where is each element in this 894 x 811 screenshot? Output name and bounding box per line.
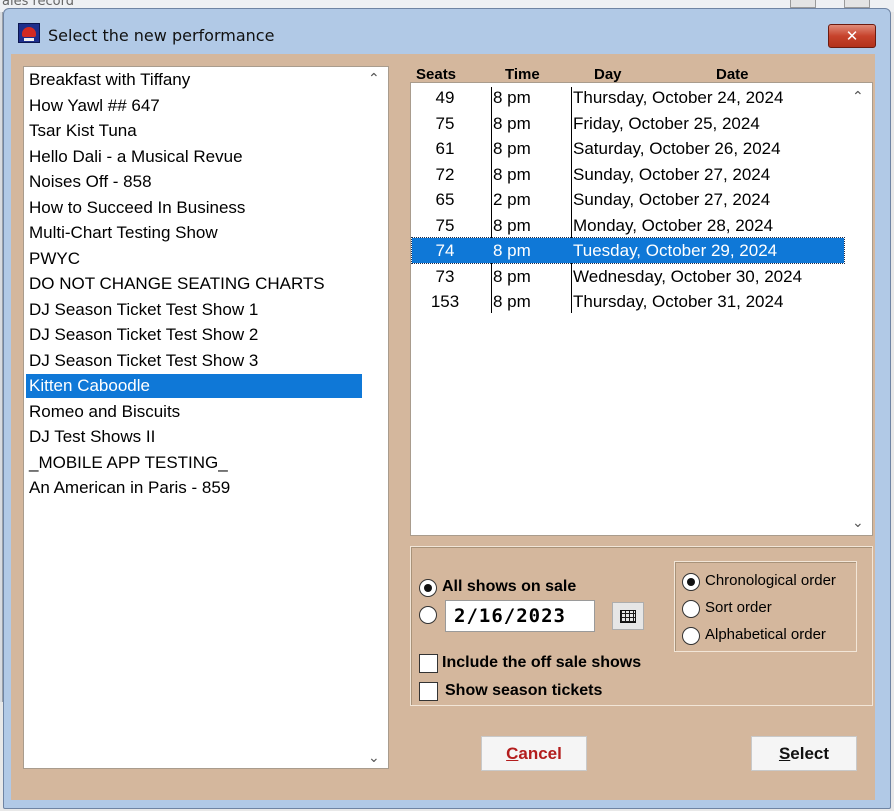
alphabetical-order-radio[interactable]	[682, 627, 700, 645]
performance-list[interactable]: ⌃ ⌄ 49 8 pm Thursday, October 24, 2024 75 8 …	[410, 82, 873, 536]
date-radio[interactable]	[419, 606, 437, 624]
seats-cell: 72	[435, 164, 455, 184]
select-performance-dialog: Select the new performance ✕ ⌃ ⌄ Breakfa…	[3, 8, 891, 809]
scroll-down-icon[interactable]: ⌄	[368, 750, 380, 766]
show-list-item[interactable]: DJ Season Ticket Test Show 2	[26, 323, 362, 347]
date-cell: Thursday, October 31, 2024	[573, 292, 784, 311]
seats-cell: 49	[435, 88, 455, 107]
show-list-item[interactable]: Tsar Kist Tuna	[26, 119, 362, 143]
date-cell: Friday, October 25, 2024	[573, 113, 760, 133]
show-list-item[interactable]: PWYC	[26, 247, 362, 271]
calendar-icon	[620, 609, 636, 623]
date-cell: Thursday, October 24, 2024	[573, 88, 784, 107]
calendar-button[interactable]	[612, 602, 644, 630]
select-accelerator: S	[778, 743, 791, 763]
show-list-item[interactable]: An American in Paris - 859	[26, 476, 362, 500]
all-shows-radio[interactable]	[419, 579, 437, 597]
scroll-up-icon[interactable]: ⌃	[368, 71, 380, 87]
date-cell: Tuesday, October 29, 2024	[573, 241, 778, 260]
performance-row[interactable]: 153 8 pm Thursday, October 31, 2024	[412, 289, 844, 314]
performance-row[interactable]: 72 8 pm Sunday, October 27, 2024	[412, 162, 844, 187]
show-list-item[interactable]: DJ Test Shows II	[26, 425, 362, 449]
seats-cell: 74	[435, 241, 455, 260]
date-cell: Sunday, October 27, 2024	[573, 164, 771, 184]
scroll-down-icon[interactable]: ⌄	[852, 515, 864, 531]
column-header-day[interactable]: Day	[594, 66, 622, 83]
show-list-item[interactable]: _MOBILE APP TESTING_	[26, 451, 362, 475]
show-list-item[interactable]: Kitten Caboodle	[26, 374, 362, 398]
show-list-item[interactable]: DJ Season Ticket Test Show 3	[26, 349, 362, 373]
show-list-item[interactable]: Breakfast with Tiffany	[26, 68, 362, 92]
close-button[interactable]: ✕	[828, 24, 876, 48]
time-cell: 8 pm	[493, 241, 531, 260]
time-cell: 8 pm	[493, 292, 531, 311]
date-cell: Monday, October 28, 2024	[573, 215, 774, 235]
date-cell: Sunday, October 27, 2024	[573, 190, 771, 209]
performance-row[interactable]: 75 8 pm Friday, October 25, 2024	[412, 111, 844, 136]
column-header-seats[interactable]: Seats	[416, 66, 456, 83]
time-cell: 8 pm	[493, 113, 531, 133]
close-icon: ✕	[845, 27, 859, 45]
seats-cell: 75	[435, 215, 455, 235]
show-season-checkbox[interactable]	[419, 682, 438, 701]
date-input[interactable]: 2/16/2023	[445, 600, 595, 632]
include-off-sale-checkbox[interactable]	[419, 654, 438, 673]
background-maximize-icon	[844, 0, 870, 8]
sort-order-radio[interactable]	[682, 600, 700, 618]
time-cell: 8 pm	[493, 139, 531, 158]
show-list-item[interactable]: Noises Off - 858	[26, 170, 362, 194]
sort-options-group: Chronological order Sort order Alphabeti…	[674, 561, 857, 652]
time-cell: 8 pm	[493, 88, 531, 107]
show-list-item[interactable]: Romeo and Biscuits	[26, 400, 362, 424]
seats-cell: 153	[430, 292, 460, 311]
select-button[interactable]: Select	[751, 736, 857, 771]
date-cell: Saturday, October 26, 2024	[573, 139, 781, 158]
background-minimize-icon	[790, 0, 816, 8]
time-cell: 2 pm	[493, 190, 531, 209]
date-cell: Wednesday, October 30, 2024	[573, 266, 803, 286]
title-bar[interactable]: Select the new performance ✕	[4, 9, 890, 59]
alphabetical-order-label[interactable]: Alphabetical order	[705, 626, 826, 643]
seats-cell: 73	[435, 266, 455, 286]
performance-row[interactable]: 75 8 pm Monday, October 28, 2024	[412, 213, 844, 238]
cancel-accelerator: C	[506, 743, 519, 763]
show-list-item[interactable]: DJ Season Ticket Test Show 1	[26, 298, 362, 322]
all-shows-label[interactable]: All shows on sale	[442, 578, 576, 596]
performance-row[interactable]: 49 8 pm Thursday, October 24, 2024	[412, 85, 844, 110]
dialog-title: Select the new performance	[48, 26, 275, 45]
show-season-label[interactable]: Show season tickets	[445, 682, 602, 700]
chronological-order-label[interactable]: Chronological order	[705, 572, 836, 589]
dialog-client-area: ⌃ ⌄ Breakfast with Tiffany How Yawl ## 64…	[11, 54, 875, 800]
show-list-item[interactable]: Multi-Chart Testing Show	[26, 221, 362, 245]
performance-row[interactable]: 73 8 pm Wednesday, October 30, 2024	[412, 264, 844, 289]
seats-cell: 61	[435, 139, 455, 158]
time-cell: 8 pm	[493, 266, 531, 286]
performance-row[interactable]: 74 8 pm Tuesday, October 29, 2024	[411, 237, 845, 264]
scroll-up-icon[interactable]: ⌃	[852, 89, 864, 105]
show-list[interactable]: ⌃ ⌄ Breakfast with Tiffany How Yawl ## 64…	[23, 66, 389, 769]
performance-row[interactable]: 61 8 pm Saturday, October 26, 2024	[412, 136, 844, 161]
filter-options-group: All shows on sale 2/16/2023 Include the …	[410, 546, 873, 706]
performance-row[interactable]: 65 2 pm Sunday, October 27, 2024	[412, 187, 844, 212]
show-list-item[interactable]: How to Succeed In Business	[26, 196, 362, 220]
show-list-item[interactable]: How Yawl ## 647	[26, 94, 362, 118]
show-list-item[interactable]: DO NOT CHANGE SEATING CHARTS	[26, 272, 362, 296]
seats-cell: 75	[435, 113, 455, 133]
seats-cell: 65	[435, 190, 455, 209]
chronological-order-radio[interactable]	[682, 573, 700, 591]
column-header-time[interactable]: Time	[505, 66, 540, 83]
time-cell: 8 pm	[493, 215, 531, 235]
time-cell: 8 pm	[493, 164, 531, 184]
show-list-item[interactable]: Hello Dali - a Musical Revue	[26, 145, 362, 169]
app-icon	[18, 23, 40, 43]
show-list-scrollbar[interactable]: ⌃ ⌄	[362, 67, 388, 768]
cancel-button[interactable]: Cancel	[481, 736, 587, 771]
cancel-label: ancel	[518, 743, 562, 763]
include-off-sale-label[interactable]: Include the off sale shows	[442, 654, 641, 672]
select-label: elect	[790, 743, 830, 763]
sort-order-label[interactable]: Sort order	[705, 599, 772, 616]
column-header-date[interactable]: Date	[716, 66, 749, 83]
